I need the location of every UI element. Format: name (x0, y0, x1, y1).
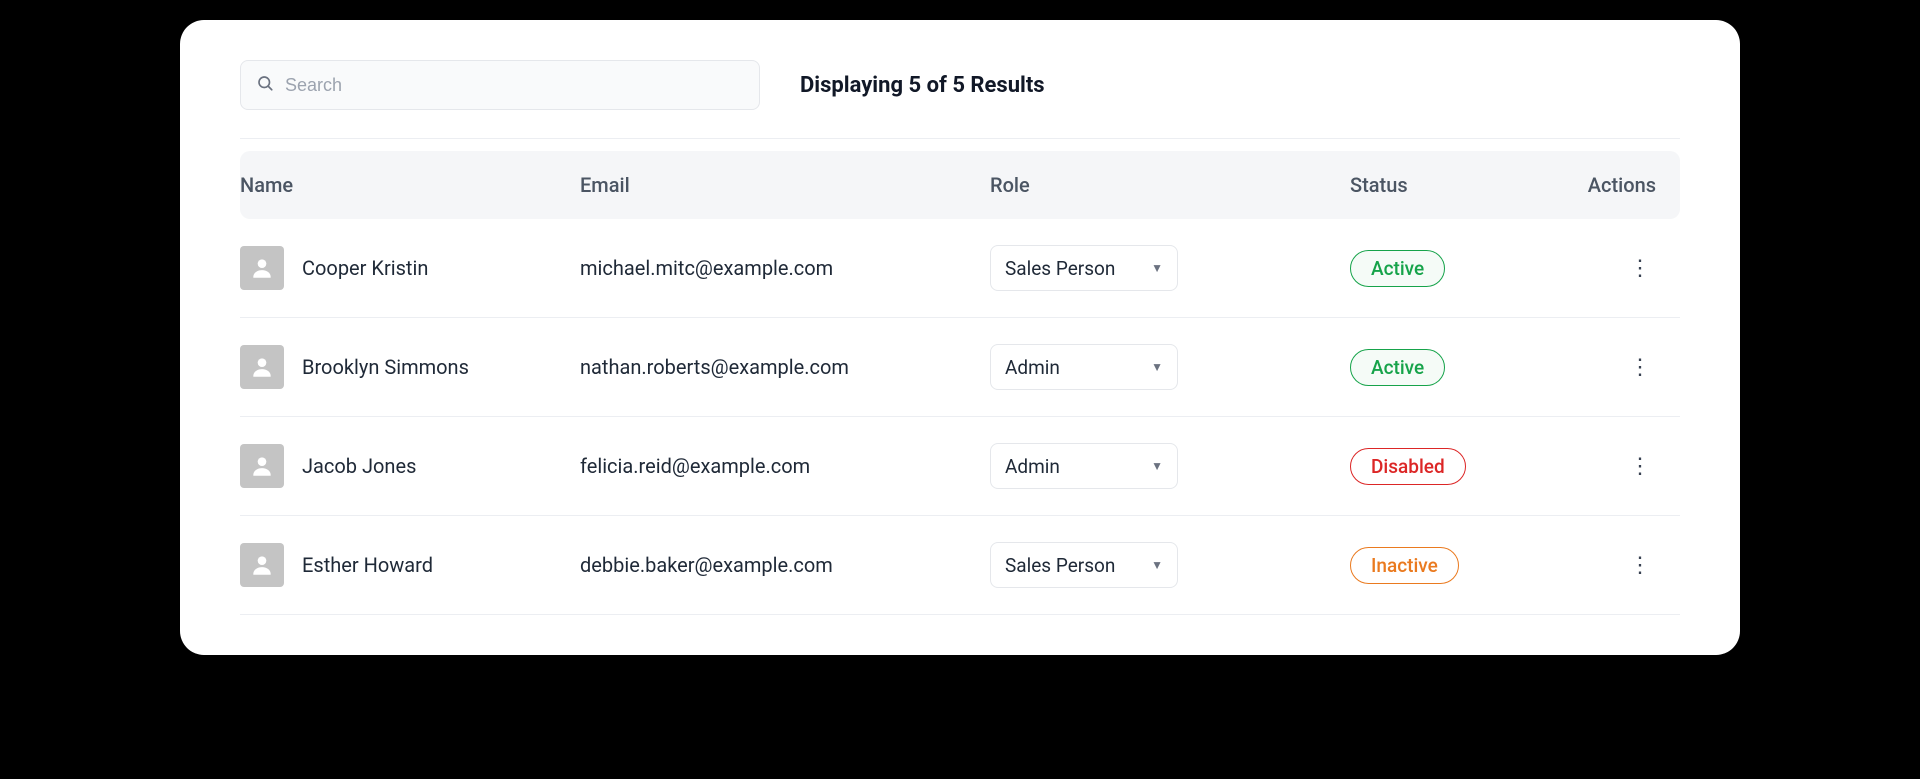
avatar (240, 444, 284, 488)
kebab-icon: ⋮ (1629, 553, 1651, 578)
cell-status: Active (1350, 349, 1560, 386)
role-value: Sales Person (1005, 257, 1115, 280)
search-input[interactable] (240, 60, 760, 110)
user-email: felicia.reid@example.com (580, 454, 990, 478)
role-value: Sales Person (1005, 554, 1115, 577)
cell-role: Admin ▼ (990, 344, 1350, 390)
col-email: Email (580, 173, 990, 197)
user-name: Brooklyn Simmons (302, 355, 469, 379)
row-actions-button[interactable]: ⋮ (1628, 351, 1652, 383)
table-body: Cooper Kristin michael.mitc@example.com … (240, 219, 1680, 615)
row-actions-button[interactable]: ⋮ (1628, 252, 1652, 284)
status-badge: Active (1350, 250, 1445, 287)
table-row: Jacob Jones felicia.reid@example.com Adm… (240, 417, 1680, 516)
table-row: Esther Howard debbie.baker@example.com S… (240, 516, 1680, 615)
results-count: Displaying 5 of 5 Results (800, 73, 1045, 98)
role-select[interactable]: Admin ▼ (990, 344, 1178, 390)
table-row: Cooper Kristin michael.mitc@example.com … (240, 219, 1680, 318)
user-email: debbie.baker@example.com (580, 553, 990, 577)
role-select[interactable]: Admin ▼ (990, 443, 1178, 489)
cell-name: Cooper Kristin (240, 246, 580, 290)
role-select[interactable]: Sales Person ▼ (990, 245, 1178, 291)
avatar (240, 543, 284, 587)
table-row: Brooklyn Simmons nathan.roberts@example.… (240, 318, 1680, 417)
status-badge: Inactive (1350, 547, 1459, 584)
role-value: Admin (1005, 455, 1060, 478)
avatar (240, 345, 284, 389)
user-name: Esther Howard (302, 553, 433, 577)
cell-name: Esther Howard (240, 543, 580, 587)
user-name: Cooper Kristin (302, 256, 428, 280)
status-badge: Active (1350, 349, 1445, 386)
cell-actions: ⋮ (1560, 252, 1680, 284)
user-name: Jacob Jones (302, 454, 416, 478)
cell-status: Active (1350, 250, 1560, 287)
cell-status: Inactive (1350, 547, 1560, 584)
role-value: Admin (1005, 356, 1060, 379)
role-select[interactable]: Sales Person ▼ (990, 542, 1178, 588)
table-header: Name Email Role Status Actions (240, 151, 1680, 219)
kebab-icon: ⋮ (1629, 256, 1651, 281)
chevron-down-icon: ▼ (1151, 558, 1163, 572)
cell-actions: ⋮ (1560, 549, 1680, 581)
kebab-icon: ⋮ (1629, 355, 1651, 380)
search-wrap (240, 60, 760, 110)
cell-role: Sales Person ▼ (990, 542, 1350, 588)
cell-actions: ⋮ (1560, 351, 1680, 383)
chevron-down-icon: ▼ (1151, 261, 1163, 275)
status-badge: Disabled (1350, 448, 1466, 485)
col-status: Status (1350, 173, 1560, 197)
cell-name: Jacob Jones (240, 444, 580, 488)
cell-role: Sales Person ▼ (990, 245, 1350, 291)
col-role: Role (990, 173, 1350, 197)
kebab-icon: ⋮ (1629, 454, 1651, 479)
chevron-down-icon: ▼ (1151, 459, 1163, 473)
avatar (240, 246, 284, 290)
users-card: Displaying 5 of 5 Results Name Email Rol… (180, 20, 1740, 655)
col-name: Name (240, 173, 580, 197)
row-actions-button[interactable]: ⋮ (1628, 450, 1652, 482)
user-email: nathan.roberts@example.com (580, 355, 990, 379)
col-actions: Actions (1560, 173, 1680, 197)
cell-role: Admin ▼ (990, 443, 1350, 489)
row-actions-button[interactable]: ⋮ (1628, 549, 1652, 581)
cell-actions: ⋮ (1560, 450, 1680, 482)
topbar: Displaying 5 of 5 Results (240, 60, 1680, 139)
user-email: michael.mitc@example.com (580, 256, 990, 280)
cell-name: Brooklyn Simmons (240, 345, 580, 389)
chevron-down-icon: ▼ (1151, 360, 1163, 374)
cell-status: Disabled (1350, 448, 1560, 485)
